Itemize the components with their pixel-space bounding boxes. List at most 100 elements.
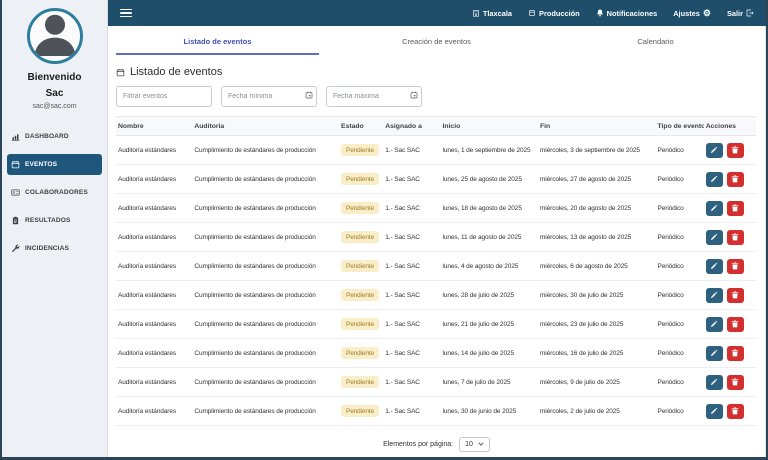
menu-toggle-icon[interactable] bbox=[118, 7, 134, 20]
date-min-input[interactable] bbox=[221, 86, 317, 107]
avatar bbox=[26, 8, 83, 64]
audit-cell: Cumplimiento de estándares de producción bbox=[192, 135, 340, 165]
date-max-input[interactable] bbox=[326, 86, 422, 107]
status-badge: Pendiente bbox=[341, 231, 379, 243]
edit-button[interactable] bbox=[705, 171, 723, 187]
status-badge: Pendiente bbox=[341, 202, 379, 214]
calendar-icon bbox=[116, 68, 125, 77]
delete-button[interactable] bbox=[726, 200, 744, 216]
event-name-cell: Auditoría estándares bbox=[116, 222, 193, 252]
delete-button[interactable] bbox=[726, 403, 744, 419]
date-min-field bbox=[221, 85, 317, 107]
status-cell: Pendiente bbox=[339, 164, 384, 194]
table-row: Auditoría estándares Cumplimiento de está… bbox=[116, 309, 756, 339]
event-name-cell: Auditoría estándares bbox=[116, 280, 193, 310]
filters-row bbox=[108, 85, 765, 116]
edit-button[interactable] bbox=[705, 345, 723, 361]
status-cell: Pendiente bbox=[339, 309, 384, 339]
tab-calendario[interactable]: Calendario bbox=[546, 26, 765, 56]
status-cell: Pendiente bbox=[339, 251, 384, 281]
nav-environment[interactable]: Producción bbox=[528, 9, 580, 18]
end-date-cell: miércoles, 23 de julio de 2025 bbox=[537, 309, 656, 339]
tab-listado-de-eventos[interactable]: Listado de eventos bbox=[108, 26, 327, 56]
actions-cell bbox=[703, 193, 756, 223]
top-navbar: Tlaxcala Producción Notificaciones Ajust… bbox=[108, 0, 766, 26]
delete-button[interactable] bbox=[726, 229, 744, 245]
status-cell: Pendiente bbox=[339, 280, 384, 310]
tab-label: Creación de eventos bbox=[402, 36, 471, 46]
event-type-cell: Periódico bbox=[655, 222, 704, 252]
edit-button[interactable] bbox=[705, 258, 723, 274]
status-badge: Pendiente bbox=[341, 144, 379, 156]
delete-button[interactable] bbox=[726, 316, 744, 332]
nav-logout[interactable]: Salir bbox=[727, 9, 754, 18]
start-date-cell: lunes, 25 de agosto de 2025 bbox=[440, 164, 538, 194]
status-cell: Pendiente bbox=[339, 338, 384, 368]
pagination-block: Elementos por página: 10 Mostrando 1 - 1… bbox=[108, 426, 765, 457]
event-type-cell: Periódico bbox=[655, 251, 704, 281]
column-header-nombre: Nombre bbox=[116, 116, 193, 136]
status-cell: Pendiente bbox=[339, 193, 384, 223]
table-row: Auditoría estándares Cumplimiento de está… bbox=[116, 193, 756, 223]
tab-creaci-n-de-eventos[interactable]: Creación de eventos bbox=[327, 26, 546, 56]
edit-button[interactable] bbox=[705, 200, 723, 216]
column-header-tipo-de-evento: Tipo de evento bbox=[655, 116, 704, 136]
assigned-cell: 1.- Sac SAC bbox=[383, 367, 441, 397]
nav-location[interactable]: Tlaxcala bbox=[472, 9, 512, 18]
event-type-cell: Periódico bbox=[655, 338, 704, 368]
nav-settings[interactable]: Ajustes ⚙ bbox=[673, 8, 711, 18]
edit-button[interactable] bbox=[705, 374, 723, 390]
column-header-inicio: Inicio bbox=[440, 116, 538, 136]
status-badge: Pendiente bbox=[341, 405, 379, 417]
actions-cell bbox=[703, 367, 756, 397]
end-date-cell: miércoles, 20 de agosto de 2025 bbox=[537, 193, 656, 223]
username-text: Sac bbox=[45, 87, 64, 99]
date-max-field bbox=[326, 85, 422, 107]
sidebar-item-incidencias[interactable]: INCIDENCIAS bbox=[7, 238, 102, 259]
edit-button[interactable] bbox=[705, 229, 723, 245]
sidebar-item-eventos[interactable]: EVENTOS bbox=[7, 154, 102, 175]
end-date-cell: miércoles, 16 de julio de 2025 bbox=[537, 338, 656, 368]
event-type-cell: Periódico bbox=[655, 396, 704, 426]
table-row: Auditoría estándares Cumplimiento de está… bbox=[116, 164, 756, 194]
chart-bars-icon bbox=[11, 132, 20, 141]
start-date-cell: lunes, 28 de julio de 2025 bbox=[440, 280, 538, 310]
status-badge: Pendiente bbox=[341, 289, 379, 301]
table-row: Auditoría estándares Cumplimiento de está… bbox=[116, 338, 756, 368]
filter-events-input[interactable] bbox=[116, 86, 212, 107]
end-date-cell: miércoles, 3 de septiembre de 2025 bbox=[537, 135, 656, 165]
per-page-value: 10 bbox=[465, 441, 473, 448]
edit-button[interactable] bbox=[705, 316, 723, 332]
sidebar-item-dashboard[interactable]: DASHBOARD bbox=[7, 126, 102, 147]
status-badge: Pendiente bbox=[341, 173, 379, 185]
sidebar: Bienvenido Sac sac@sac.com DASHBOARD EVEN… bbox=[2, 0, 108, 457]
status-cell: Pendiente bbox=[339, 367, 384, 397]
nav-notifications[interactable]: Notificaciones bbox=[596, 9, 657, 18]
edit-button[interactable] bbox=[705, 287, 723, 303]
start-date-cell: lunes, 14 de julio de 2025 bbox=[440, 338, 538, 368]
delete-button[interactable] bbox=[726, 258, 744, 274]
event-type-cell: Periódico bbox=[655, 193, 704, 223]
delete-button[interactable] bbox=[726, 287, 744, 303]
event-type-cell: Periódico bbox=[655, 367, 704, 397]
delete-button[interactable] bbox=[726, 142, 744, 158]
package-icon bbox=[528, 9, 536, 17]
user-profile: Bienvenido Sac sac@sac.com bbox=[2, 0, 107, 114]
delete-button[interactable] bbox=[726, 374, 744, 390]
table-row: Auditoría estándares Cumplimiento de está… bbox=[116, 135, 756, 165]
edit-button[interactable] bbox=[705, 403, 723, 419]
delete-button[interactable] bbox=[726, 345, 744, 361]
sidebar-item-resultados[interactable]: RESULTADOS bbox=[7, 210, 102, 231]
edit-button[interactable] bbox=[705, 142, 723, 158]
per-page-select[interactable]: 10 bbox=[459, 437, 490, 452]
start-date-cell: lunes, 7 de julio de 2025 bbox=[440, 367, 538, 397]
delete-button[interactable] bbox=[726, 171, 744, 187]
audit-cell: Cumplimiento de estándares de producción bbox=[192, 193, 340, 223]
table-row: Auditoría estándares Cumplimiento de está… bbox=[116, 396, 756, 426]
column-header-fin: Fin bbox=[537, 116, 656, 136]
welcome-text: Bienvenido bbox=[27, 72, 82, 83]
end-date-cell: miércoles, 6 de agosto de 2025 bbox=[537, 251, 656, 281]
sidebar-item-colaboradores[interactable]: COLABORADORES bbox=[7, 182, 102, 203]
column-header-asignado-a: Asignado a bbox=[383, 116, 441, 136]
status-cell: Pendiente bbox=[339, 396, 384, 426]
